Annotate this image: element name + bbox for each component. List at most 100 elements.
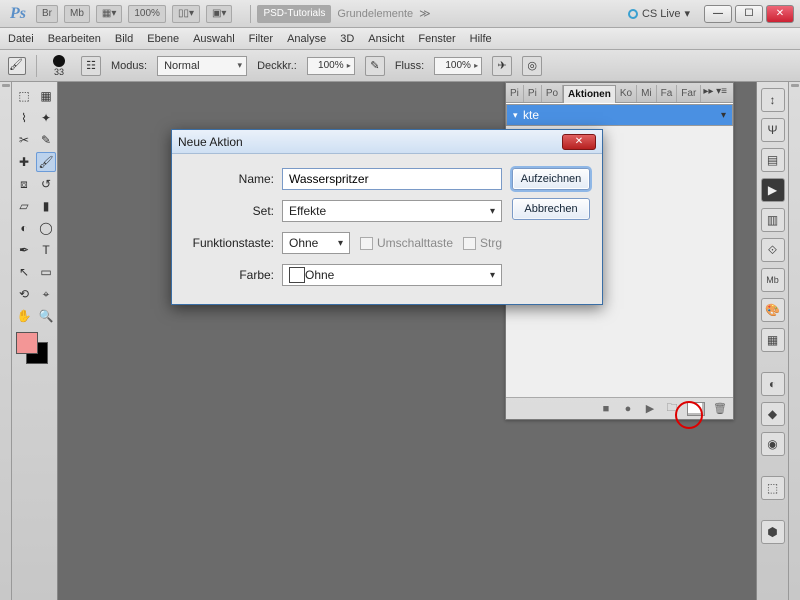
- screenmode-chip[interactable]: ▣▾: [206, 5, 232, 23]
- record-icon[interactable]: ●: [621, 402, 635, 416]
- play-icon[interactable]: ▶: [643, 402, 657, 416]
- menu-filter[interactable]: Filter: [249, 33, 273, 45]
- panel-tab[interactable]: Fa: [657, 85, 678, 102]
- dock-nav-icon[interactable]: ⬢: [761, 520, 785, 544]
- panel-more-icon[interactable]: ▸▸ ▾≡: [703, 86, 727, 97]
- dock-color-icon[interactable]: 🎨: [761, 298, 785, 322]
- menu-ansicht[interactable]: Ansicht: [368, 33, 404, 45]
- camera-tool-icon[interactable]: ⌖: [36, 284, 56, 304]
- cancel-button[interactable]: Abbrechen: [512, 198, 590, 220]
- menu-3d[interactable]: 3D: [340, 33, 354, 45]
- path-tool-icon[interactable]: ↖: [14, 262, 34, 282]
- dock-channels-icon[interactable]: ▥: [761, 208, 785, 232]
- color-swatches[interactable]: [14, 332, 54, 368]
- name-input[interactable]: [282, 168, 502, 190]
- layout-chip[interactable]: ▦▾: [96, 5, 122, 23]
- record-button[interactable]: Aufzeichnen: [512, 168, 590, 190]
- dialog-titlebar[interactable]: Neue Aktion ✕: [172, 130, 602, 154]
- history-brush-tool-icon[interactable]: ↺: [36, 174, 56, 194]
- 3d-tool-icon[interactable]: ⟲: [14, 284, 34, 304]
- marquee-tool-icon[interactable]: ▦: [36, 86, 56, 106]
- opacity-pressure-icon[interactable]: ✎: [365, 56, 385, 76]
- pen-tool-icon[interactable]: ✒: [14, 240, 34, 260]
- dock-actions-icon[interactable]: ▶: [761, 178, 785, 202]
- stop-icon[interactable]: ■: [599, 402, 613, 416]
- bridge-chip[interactable]: Br: [36, 5, 58, 23]
- menu-ebene[interactable]: Ebene: [147, 33, 179, 45]
- menu-bearbeiten[interactable]: Bearbeiten: [48, 33, 101, 45]
- crop-tool-icon[interactable]: ✂: [14, 130, 34, 150]
- action-row[interactable]: ▾kte: [506, 104, 733, 126]
- dock-paths-icon[interactable]: ◆: [761, 402, 785, 426]
- panel-tab[interactable]: Far: [677, 85, 701, 102]
- dock-panel-icon[interactable]: ▤: [761, 148, 785, 172]
- menu-fenster[interactable]: Fenster: [418, 33, 455, 45]
- ctrl-checkbox[interactable]: Strg: [463, 236, 502, 250]
- dodge-tool-icon[interactable]: ◯: [36, 218, 56, 238]
- panel-tab[interactable]: Ko: [616, 85, 637, 102]
- canvas-area[interactable]: Pi Pi Po Aktionen Ko Mi Fa Far ▸▸ ▾≡ ▾kt…: [58, 82, 756, 600]
- zoom-chip[interactable]: 100%: [128, 5, 166, 23]
- panel-tab[interactable]: Pi: [524, 85, 542, 102]
- menu-analyse[interactable]: Analyse: [287, 33, 326, 45]
- new-action-icon[interactable]: [687, 402, 705, 416]
- dock-layers-icon[interactable]: ◐: [761, 372, 785, 396]
- hand-tool-icon[interactable]: ✋: [14, 306, 34, 326]
- blend-mode-select[interactable]: Normal: [157, 56, 247, 76]
- move-tool-icon[interactable]: ⬚: [14, 86, 34, 106]
- panel-tab-aktionen[interactable]: Aktionen: [563, 85, 616, 103]
- minibridge-chip[interactable]: Mb: [64, 5, 90, 23]
- dock-mb-icon[interactable]: Mb: [761, 268, 785, 292]
- blur-tool-icon[interactable]: ◐: [14, 218, 34, 238]
- menu-bild[interactable]: Bild: [115, 33, 133, 45]
- dock-history-icon[interactable]: ↕: [761, 88, 785, 112]
- stamp-tool-icon[interactable]: ⧈: [14, 174, 34, 194]
- new-set-icon[interactable]: 🗀: [665, 402, 679, 416]
- brush-preview[interactable]: 33: [47, 55, 71, 77]
- workspace-active[interactable]: PSD-Tutorials: [257, 5, 331, 23]
- window-maximize-button[interactable]: ☐: [735, 5, 763, 23]
- left-dock-strip[interactable]: [0, 82, 12, 600]
- window-minimize-button[interactable]: —: [704, 5, 732, 23]
- zoom-tool-icon[interactable]: 🔍: [36, 306, 56, 326]
- brush-tool-icon[interactable]: 🖌: [36, 152, 56, 172]
- tool-preset-icon[interactable]: 🖌: [8, 57, 26, 75]
- set-select[interactable]: Effekte: [282, 200, 502, 222]
- eraser-tool-icon[interactable]: ▱: [14, 196, 34, 216]
- dock-adjust-icon[interactable]: Ψ: [761, 118, 785, 142]
- lasso-tool-icon[interactable]: ⌇: [14, 108, 34, 128]
- brush-panel-toggle-icon[interactable]: ☷: [81, 56, 101, 76]
- color-select[interactable]: Ohne: [282, 264, 502, 286]
- workspace-other[interactable]: Grundelemente: [337, 8, 413, 20]
- healing-tool-icon[interactable]: ✚: [14, 152, 34, 172]
- dock-3d-icon[interactable]: ⬚: [761, 476, 785, 500]
- wand-tool-icon[interactable]: ✦: [36, 108, 56, 128]
- gradient-tool-icon[interactable]: ▮: [36, 196, 56, 216]
- shift-checkbox[interactable]: Umschalttaste: [360, 236, 453, 250]
- cs-live[interactable]: CS Live ▾: [628, 7, 690, 20]
- panel-tab[interactable]: Mi: [637, 85, 657, 102]
- dock-styles-icon[interactable]: ⟐: [761, 238, 785, 262]
- right-dock-strip[interactable]: [788, 82, 800, 600]
- opacity-input[interactable]: 100%: [307, 57, 355, 75]
- trash-icon[interactable]: 🗑: [713, 402, 727, 416]
- panel-tab[interactable]: Po: [542, 85, 563, 102]
- workspace-more-icon[interactable]: ≫: [419, 7, 431, 20]
- shape-tool-icon[interactable]: ▭: [36, 262, 56, 282]
- menu-datei[interactable]: Datei: [8, 33, 34, 45]
- panel-tab[interactable]: Pi: [506, 85, 524, 102]
- menu-auswahl[interactable]: Auswahl: [193, 33, 235, 45]
- tablet-pressure-icon[interactable]: ◎: [522, 56, 542, 76]
- flow-input[interactable]: 100%: [434, 57, 482, 75]
- eyedropper-tool-icon[interactable]: ✎: [36, 130, 56, 150]
- window-close-button[interactable]: ✕: [766, 5, 794, 23]
- dock-info-icon[interactable]: ◉: [761, 432, 785, 456]
- foreground-color-swatch[interactable]: [16, 332, 38, 354]
- arrange-chip[interactable]: ▯▯▾: [172, 5, 200, 23]
- funckey-select[interactable]: Ohne: [282, 232, 350, 254]
- type-tool-icon[interactable]: T: [36, 240, 56, 260]
- airbrush-icon[interactable]: ✈: [492, 56, 512, 76]
- dialog-close-button[interactable]: ✕: [562, 134, 596, 150]
- menu-hilfe[interactable]: Hilfe: [470, 33, 492, 45]
- dock-swatches-icon[interactable]: ▦: [761, 328, 785, 352]
